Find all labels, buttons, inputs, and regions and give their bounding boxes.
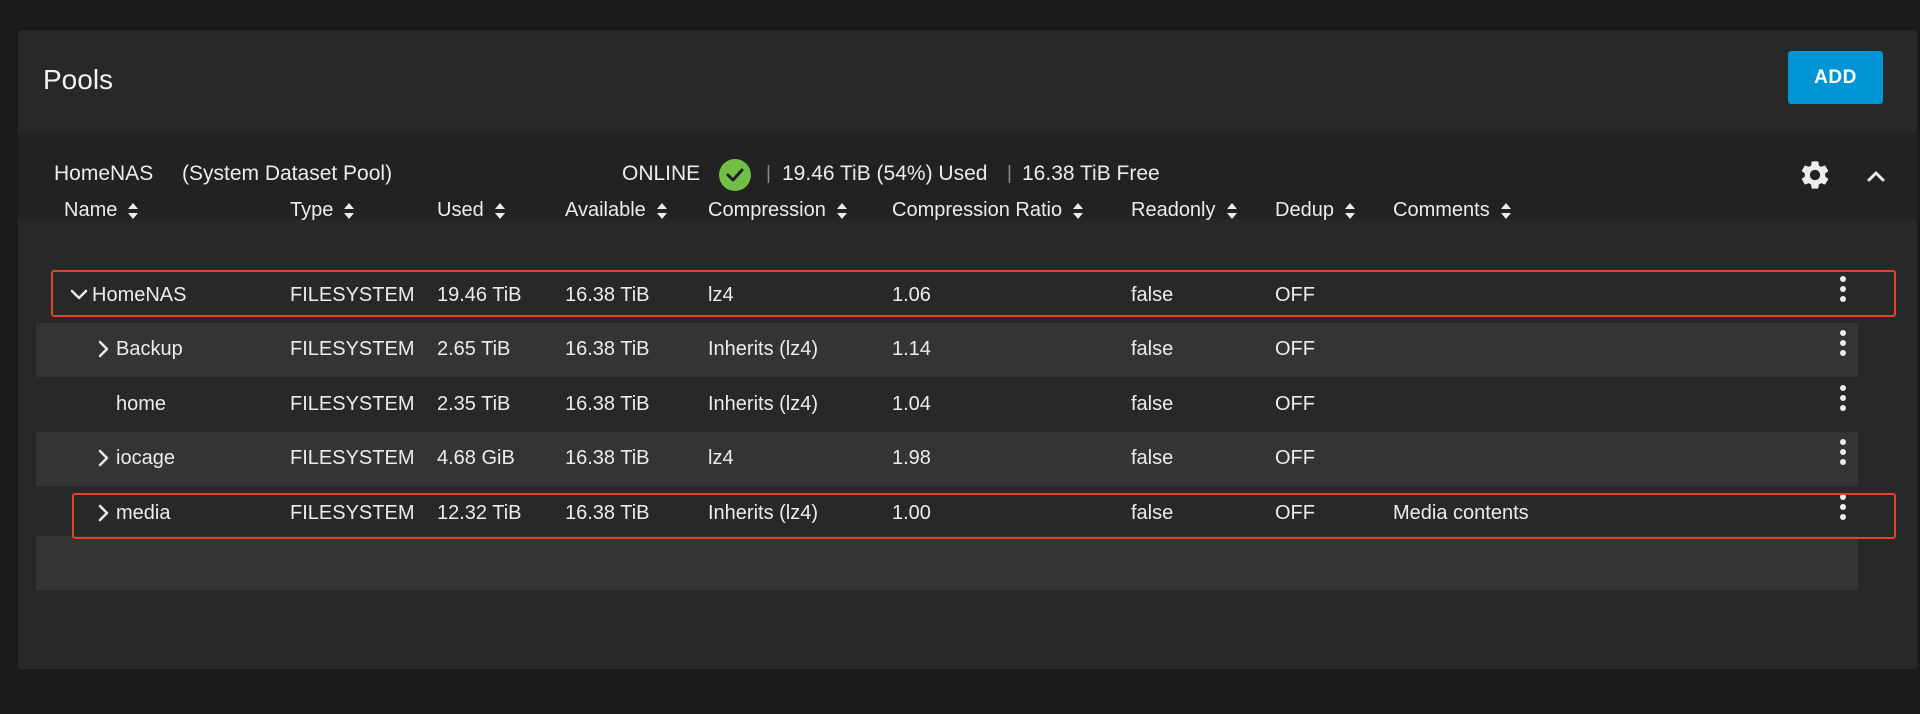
pool-free: 16.38 TiB Free <box>1022 162 1160 185</box>
dataset-compression: Inherits (lz4) <box>708 393 819 415</box>
dataset-compression: lz4 <box>708 284 734 306</box>
dataset-compression-ratio: 1.14 <box>892 338 931 360</box>
pool-name: HomeNAS <box>54 162 154 185</box>
dataset-type: FILESYSTEM <box>290 393 415 415</box>
column-header-used[interactable]: Used <box>437 199 506 222</box>
column-header-label: Type <box>290 199 334 221</box>
add-pool-button[interactable]: ADD <box>1788 51 1883 104</box>
check-circle-icon <box>719 159 751 191</box>
dataset-dedup: OFF <box>1275 338 1315 360</box>
chevron-down-icon[interactable] <box>70 285 88 305</box>
more-vert-icon[interactable] <box>1838 438 1848 466</box>
pool-status: ONLINE <box>622 162 701 185</box>
dataset-dedup: OFF <box>1275 284 1315 306</box>
gear-icon[interactable] <box>1798 158 1832 192</box>
dataset-readonly: false <box>1131 284 1174 306</box>
dataset-compression: lz4 <box>708 447 734 469</box>
status-separator: | <box>766 163 771 184</box>
column-header-label: Comments <box>1393 199 1490 221</box>
dataset-readonly: false <box>1131 338 1174 360</box>
sort-icon <box>1344 202 1355 219</box>
sort-icon <box>836 202 847 219</box>
dataset-type: FILESYSTEM <box>290 338 415 360</box>
column-header-label: Dedup <box>1275 199 1334 221</box>
table-row[interactable]: HomeNAS FILESYSTEM 19.46 TiB 16.38 TiB l… <box>36 269 1858 323</box>
column-header-label: Readonly <box>1131 199 1216 221</box>
column-header-label: Name <box>64 199 118 221</box>
dataset-compression-ratio: 1.00 <box>892 502 931 524</box>
chevron-right-icon[interactable] <box>94 503 112 523</box>
status-separator: | <box>1007 163 1012 184</box>
pool-subtitle: (System Dataset Pool) <box>182 162 393 185</box>
chevron-up-icon[interactable] <box>1864 164 1888 188</box>
dataset-used: 2.65 TiB <box>437 338 511 360</box>
dataset-type: FILESYSTEM <box>290 284 415 306</box>
page-title: Pools <box>43 64 114 95</box>
more-vert-icon[interactable] <box>1838 329 1848 357</box>
chevron-right-icon[interactable] <box>94 448 112 468</box>
dataset-compression-ratio: 1.04 <box>892 393 931 415</box>
dataset-name: home <box>116 393 167 415</box>
dataset-readonly: false <box>1131 447 1174 469</box>
dataset-name: media <box>116 502 171 524</box>
sort-icon <box>494 202 505 219</box>
sort-icon <box>1226 202 1237 219</box>
column-header-readonly[interactable]: Readonly <box>1131 199 1238 222</box>
column-header-compression[interactable]: Compression <box>708 199 848 222</box>
column-header-label: Compression Ratio <box>892 199 1063 221</box>
sort-icon <box>344 202 355 219</box>
pool-used: 19.46 TiB (54%) Used <box>782 162 988 185</box>
dataset-readonly: false <box>1131 502 1174 524</box>
dataset-dedup: OFF <box>1275 393 1315 415</box>
dataset-type: FILESYSTEM <box>290 502 415 524</box>
dataset-name: HomeNAS <box>92 284 187 306</box>
dataset-used: 12.32 TiB <box>437 502 522 524</box>
column-header-label: Compression <box>708 199 826 221</box>
table-row[interactable]: media FILESYSTEM 12.32 TiB 16.38 TiB Inh… <box>36 487 1858 541</box>
sort-icon <box>1073 202 1084 219</box>
dataset-dedup: OFF <box>1275 502 1315 524</box>
sort-icon <box>128 202 139 219</box>
table-row[interactable]: iocage FILESYSTEM 4.68 GiB 16.38 TiB lz4… <box>36 432 1858 486</box>
chevron-right-icon[interactable] <box>94 339 112 359</box>
dataset-readonly: false <box>1131 393 1174 415</box>
more-vert-icon[interactable] <box>1838 275 1848 303</box>
table-row[interactable]: home FILESYSTEM 2.35 TiB 16.38 TiB Inher… <box>36 378 1858 432</box>
dataset-used: 2.35 TiB <box>437 393 511 415</box>
dataset-available: 16.38 TiB <box>565 393 650 415</box>
dataset-available: 16.38 TiB <box>565 502 650 524</box>
dataset-compression: Inherits (lz4) <box>708 338 819 360</box>
dataset-comments: Media contents <box>1393 502 1529 524</box>
column-header-type[interactable]: Type <box>290 199 355 222</box>
dataset-compression-ratio: 1.98 <box>892 447 931 469</box>
dataset-compression-ratio: 1.06 <box>892 284 931 306</box>
dataset-used: 19.46 TiB <box>437 284 522 306</box>
more-vert-icon[interactable] <box>1838 384 1848 412</box>
table-row[interactable]: Backup FILESYSTEM 2.65 TiB 16.38 TiB Inh… <box>36 323 1858 377</box>
column-header-name[interactable]: Name <box>64 199 139 222</box>
column-header-label: Available <box>565 199 646 221</box>
column-header-compression-ratio[interactable]: Compression Ratio <box>892 199 1084 222</box>
dataset-name: iocage <box>116 447 175 469</box>
column-header-dedup[interactable]: Dedup <box>1275 199 1356 222</box>
sort-icon <box>1500 202 1511 219</box>
dataset-dedup: OFF <box>1275 447 1315 469</box>
dataset-compression: Inherits (lz4) <box>708 502 819 524</box>
dataset-available: 16.38 TiB <box>565 338 650 360</box>
table-row-empty <box>36 536 1858 590</box>
column-header-available[interactable]: Available <box>565 199 668 222</box>
sort-icon <box>656 202 667 219</box>
dataset-type: FILESYSTEM <box>290 447 415 469</box>
dataset-used: 4.68 GiB <box>437 447 515 469</box>
dataset-name: Backup <box>116 338 183 360</box>
column-header-label: Used <box>437 199 484 221</box>
more-vert-icon[interactable] <box>1838 493 1848 521</box>
dataset-available: 16.38 TiB <box>565 447 650 469</box>
dataset-available: 16.38 TiB <box>565 284 650 306</box>
column-header-comments[interactable]: Comments <box>1393 199 1512 222</box>
